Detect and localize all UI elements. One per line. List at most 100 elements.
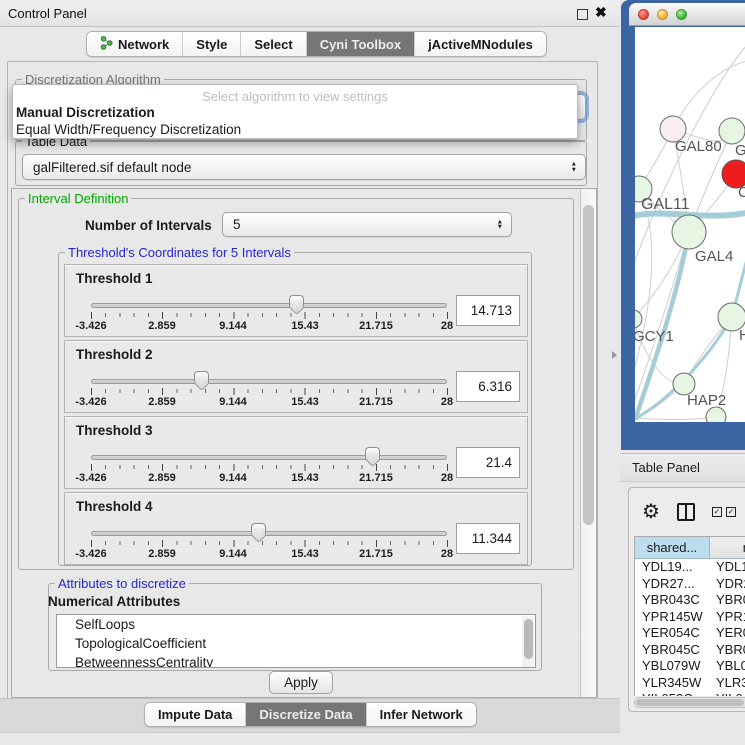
- tab-jactivemnodules[interactable]: jActiveMNodules: [414, 32, 546, 56]
- slider-ticks: [91, 312, 448, 319]
- threshold-3-box: Threshold 3 -3.426 2.859 9.144 15.43 21.…: [64, 416, 528, 489]
- table-row[interactable]: YDR27...YDR2: [635, 576, 745, 593]
- node-gcy1[interactable]: [635, 310, 642, 328]
- zoom-traffic-light-icon[interactable]: [676, 9, 687, 20]
- threshold-2-slider-thumb[interactable]: [194, 371, 209, 383]
- tick-label: 15.43: [291, 320, 319, 332]
- tick-label: 9.144: [219, 396, 247, 408]
- panel-title: Control Panel: [8, 6, 87, 21]
- table-row[interactable]: YPR145WYPR1: [635, 609, 745, 626]
- threshold-3-slider-thumb[interactable]: [365, 447, 380, 459]
- vertical-scrollbar-thumb[interactable]: [583, 205, 594, 525]
- node-attribute-table[interactable]: shared... n YDL19...YDL1 YDR27...YDR2 YB…: [634, 536, 745, 696]
- list-scrollbar-thumb[interactable]: [524, 619, 533, 659]
- threshold-1-value-field[interactable]: 14.713: [456, 295, 520, 326]
- tick-label: 2.859: [148, 472, 176, 484]
- control-panel-tabs: Network Style Select Cyni Toolbox jActiv…: [86, 31, 547, 57]
- table-row[interactable]: YDL19...YDL1: [635, 559, 745, 576]
- table-row[interactable]: YBR045CYBR0: [635, 642, 745, 659]
- threshold-3-value-field[interactable]: 21.4: [456, 447, 520, 478]
- threshold-3-label: Threshold 3: [76, 423, 153, 438]
- threshold-1-slider-thumb[interactable]: [289, 295, 304, 307]
- close-traffic-light-icon[interactable]: [638, 9, 649, 20]
- table-row[interactable]: YLR345WYLR3: [635, 675, 745, 692]
- tick-label: 15.43: [291, 548, 319, 560]
- tick-label: 21.715: [359, 320, 393, 332]
- minimize-traffic-light-icon[interactable]: [657, 9, 668, 20]
- attributes-legend: Attributes to discretize: [55, 576, 189, 591]
- tick-label: 2.859: [148, 548, 176, 560]
- tab-network[interactable]: Network: [87, 32, 182, 56]
- checkbox-icon: ✓: [726, 507, 736, 517]
- table-horizontal-scrollbar[interactable]: [634, 697, 745, 708]
- tick-label: 28: [441, 320, 453, 332]
- tab-style[interactable]: Style: [182, 32, 240, 56]
- algorithm-popup: Select algorithm to view settings Manual…: [12, 84, 578, 139]
- combo-stepper-icon: ▲▼: [497, 219, 503, 230]
- column-layout-icon[interactable]: [677, 503, 695, 521]
- tick-label: 9.144: [219, 320, 247, 332]
- table-row[interactable]: YBL079WYBL0: [635, 658, 745, 675]
- node-gal4[interactable]: [672, 215, 706, 249]
- table-row[interactable]: YIL052CYIL0: [635, 691, 745, 696]
- threshold-4-value-field[interactable]: 11.344: [456, 523, 520, 554]
- popup-item-equal-width-frequency[interactable]: Equal Width/Frequency Discretization: [16, 122, 241, 137]
- select-columns-icon[interactable]: ✓ ✓: [712, 507, 736, 517]
- numerical-attributes-title: Numerical Attributes: [48, 594, 180, 609]
- list-item-topologicalcoefficient[interactable]: TopologicalCoefficient: [57, 634, 535, 653]
- node-label-partial-h: H: [739, 327, 745, 344]
- table-horizontal-scrollbar-thumb[interactable]: [636, 699, 744, 706]
- number-of-intervals-label: Number of Intervals: [85, 218, 212, 233]
- threshold-2-value-field[interactable]: 6.316: [456, 371, 520, 402]
- table-data-combo[interactable]: galFiltered.sif default node ▲▼: [22, 154, 586, 180]
- threshold-4-box: Threshold 4 -3.426 2.859 9.144 15.43 21.…: [64, 492, 528, 565]
- table-header-row: shared... n: [635, 537, 745, 559]
- network-window-titlebar[interactable]: [629, 3, 745, 26]
- column-header-name[interactable]: n: [710, 537, 745, 558]
- tab-discretize-data[interactable]: Discretize Data: [245, 703, 365, 726]
- node-label-gal4: GAL4: [695, 248, 733, 265]
- tab-select[interactable]: Select: [240, 32, 305, 56]
- number-of-intervals-combo[interactable]: 5 ▲▼: [222, 212, 512, 237]
- table-panel: ⚙ ✓ ✓ shared... n YDL19...YDL1 YDR27...Y…: [628, 487, 745, 712]
- slider-ticks: [91, 464, 448, 471]
- threshold-4-slider[interactable]: [91, 531, 447, 536]
- apply-button[interactable]: Apply: [269, 671, 333, 694]
- tab-infer-network[interactable]: Infer Network: [366, 703, 476, 726]
- tab-impute-data[interactable]: Impute Data: [145, 703, 245, 726]
- table-row[interactable]: YER054CYER0: [635, 625, 745, 642]
- tick-label: 9.144: [219, 472, 247, 484]
- popup-hint: Select algorithm to view settings: [13, 89, 577, 104]
- network-canvas[interactable]: GAL80 GA C GAL11 GAL4 GCY1 H HAP2: [635, 27, 745, 422]
- node-green-top-right[interactable]: [719, 118, 745, 144]
- number-of-intervals-value: 5: [233, 217, 241, 232]
- slider-ticks: [91, 540, 448, 547]
- list-scrollbar[interactable]: [522, 616, 534, 668]
- interval-definition-legend: Interval Definition: [25, 191, 131, 206]
- threshold-4-slider-thumb[interactable]: [251, 523, 266, 535]
- checkbox-icon: ✓: [712, 507, 722, 517]
- threshold-4-label: Threshold 4: [76, 499, 153, 514]
- threshold-2-slider[interactable]: [91, 379, 447, 384]
- table-row[interactable]: YBR043CYBR0: [635, 592, 745, 609]
- popup-item-manual-discretization[interactable]: Manual Discretization: [16, 105, 155, 120]
- list-item-selfloops[interactable]: SelfLoops: [57, 615, 535, 634]
- list-item-betweennesscentrality[interactable]: BetweennessCentrality: [57, 653, 535, 668]
- tab-cyni-toolbox[interactable]: Cyni Toolbox: [306, 32, 414, 56]
- float-window-icon[interactable]: [577, 9, 588, 20]
- network-icon: [100, 36, 113, 53]
- column-header-shared-name[interactable]: shared...: [635, 537, 710, 558]
- threshold-1-slider[interactable]: [91, 303, 447, 308]
- threshold-1-box: Threshold 1 -3.426 2.859 9.144 15.43 21.…: [64, 264, 528, 337]
- network-view-window: GAL80 GA C GAL11 GAL4 GCY1 H HAP2: [621, 0, 745, 450]
- node-label-gal11: GAL11: [641, 196, 690, 213]
- network-graph: GAL80 GA C GAL11 GAL4 GCY1 H HAP2: [635, 27, 745, 422]
- numerical-attributes-list[interactable]: SelfLoops TopologicalCoefficient Between…: [56, 614, 536, 668]
- node-bottom-partial[interactable]: [706, 407, 726, 422]
- gear-icon[interactable]: ⚙: [642, 502, 660, 522]
- close-icon[interactable]: ✖: [595, 4, 607, 21]
- splitter-collapse-icon[interactable]: [612, 351, 617, 359]
- tick-label: 28: [441, 548, 453, 560]
- slider-ticks: [91, 388, 448, 395]
- threshold-3-slider[interactable]: [91, 455, 447, 460]
